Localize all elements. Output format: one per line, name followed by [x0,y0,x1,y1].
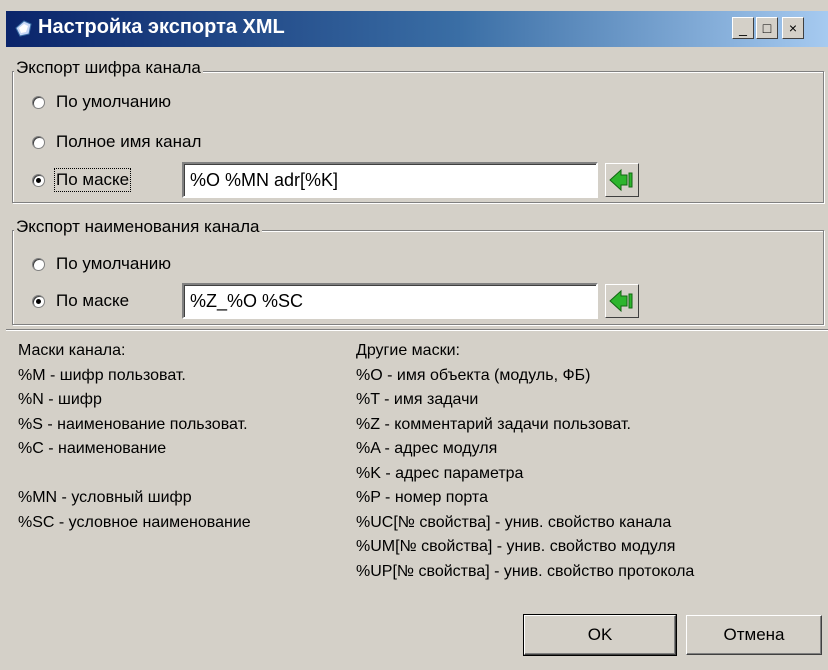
help-line: %SC - условное наименование [18,513,251,531]
channel-name-mask-input[interactable]: %Z_%O %SC [182,283,598,319]
window-title: Настройка экспорта XML [38,16,285,38]
maximize-icon: □ [762,20,772,36]
help-line [18,462,251,487]
green-left-arrow-icon [609,289,633,313]
channel-code-mask-input[interactable]: %O %MN adr[%K] [182,162,598,198]
radio-button-selected[interactable] [32,173,45,187]
title-bar[interactable]: Настройка экспорта XML _ □ × [6,11,828,47]
help-line: %MN - условный шифр [18,489,192,506]
ok-button[interactable]: OK [523,614,677,656]
close-icon: × [788,20,798,36]
channel-code-option-mask[interactable]: По маске [32,167,132,193]
help-line: %N - шифр [18,391,102,408]
help-heading: Другие маски: [356,342,460,359]
help-line: %T - имя задачи [356,391,479,408]
minimize-button[interactable]: _ [732,17,754,39]
green-left-arrow-icon [609,168,633,192]
radio-label: По умолчанию [56,92,171,111]
radio-button-selected[interactable] [32,294,45,308]
cancel-button[interactable]: Отмена [686,615,822,655]
channel-code-legend: Экспорт шифра канала [14,58,203,78]
help-line: %A - адрес модуля [356,440,498,457]
close-button[interactable]: × [782,17,804,39]
help-line: %M - шифр пользоват. [18,366,186,384]
help-line: %S - наименование пользоват. [18,415,248,433]
channel-name-insert-button[interactable] [605,284,639,318]
help-line: %C - наименование [18,440,167,457]
channel-code-option-full-name[interactable]: Полное имя канал [32,129,201,155]
channel-code-insert-button[interactable] [605,163,639,197]
channel-code-option-default[interactable]: По умолчанию [32,89,171,115]
separator [6,329,828,331]
help-line: %O - имя объекта (модуль, ФБ) [356,366,591,384]
radio-label: По маске [56,291,130,310]
help-line: %P - номер порта [356,489,488,506]
channel-name-legend: Экспорт наименования канала [14,217,262,237]
help-line: %K - адрес параметра [356,464,524,482]
radio-button[interactable] [32,95,45,109]
channel-masks-help: Маски канала: %M - шифр пользоват. %N - … [18,339,251,535]
help-line: %UP[№ свойства] - унив. свойство протоко… [356,562,695,580]
help-line: %Z - комментарий задачи пользоват. [356,415,631,433]
app-icon [15,20,32,37]
radio-label: По маске [53,168,132,192]
maximize-button[interactable]: □ [756,17,778,39]
radio-label: По умолчанию [56,254,171,273]
radio-button[interactable] [32,257,45,271]
help-heading: Маски канала: [18,342,126,359]
other-masks-help: Другие маски: %O - имя объекта (модуль, … [356,339,694,584]
channel-name-option-mask[interactable]: По маске [32,288,129,314]
dialog-body: Экспорт шифра канала По умолчанию Полное… [6,47,828,670]
minimize-icon: _ [739,20,747,36]
radio-label: Полное имя канал [56,132,202,151]
radio-button[interactable] [32,135,45,149]
channel-name-option-default[interactable]: По умолчанию [32,251,171,277]
help-line: %UC[№ свойства] - унив. свойство канала [356,513,672,531]
help-line: %UM[№ свойства] - унив. свойство модуля [356,538,676,555]
export-xml-dialog: Настройка экспорта XML _ □ × Экспорт шиф… [0,0,828,670]
